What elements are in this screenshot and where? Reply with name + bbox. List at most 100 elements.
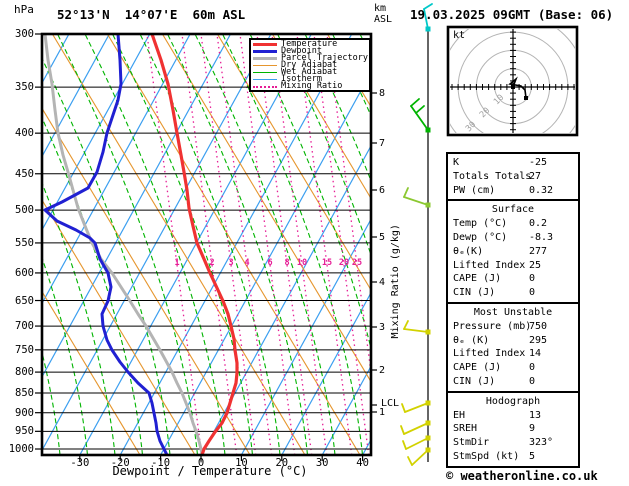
panel-row-value: 0 — [529, 273, 536, 285]
wind-barb — [403, 187, 409, 198]
mixing-ratio-label: 6 — [267, 258, 273, 268]
panel-section-most-unstable: Most Unstable Pressure (mb) 750 θₑ (K) 295 Li… — [448, 301, 578, 391]
wind-barb — [404, 402, 429, 413]
wind-barb-dot — [425, 400, 431, 406]
panel-section-indices: K -25 Totals Totals 27 PW (cm) 0.32 — [448, 154, 578, 199]
pressure-label: 500 — [15, 204, 34, 217]
panel-row: θₑ(K) 277 — [453, 245, 578, 259]
dry-adiabat-line — [52, 35, 306, 454]
panel-row: Dewp (°C) -8.3 — [453, 231, 578, 245]
pressure-label: 700 — [15, 320, 34, 333]
wind-barb — [410, 98, 420, 107]
wind-barb — [400, 425, 405, 435]
panel-row-label: StmDir — [453, 437, 490, 449]
panel-row-label: Totals Totals — [453, 170, 532, 182]
legend-swatch — [253, 85, 277, 88]
panel-section-hodograph: Hodograph EH 13 SREH 9 StmDir 323° StmSpd (kt) 5 — [448, 390, 578, 466]
station-title: 52°13'N 14°07'E 60m ASL — [57, 7, 246, 22]
pressure-label: 800 — [15, 366, 34, 379]
panel-row: CIN (J) 0 — [453, 286, 578, 300]
indices-panel: K -25 Totals Totals 27 PW (cm) 0.32 Surface Tem… — [446, 152, 580, 468]
pressure-label: 850 — [15, 386, 34, 399]
hodograph-unit-label: kt — [453, 30, 466, 41]
mixing-ratio-label: 15 — [321, 258, 333, 268]
lcl-marker-label: LCL — [381, 398, 400, 409]
wind-barb-dot — [425, 420, 431, 426]
panel-row-value: 277 — [529, 245, 548, 257]
mixing-ratio-axis-title: Mixing Ratio (g/kg) — [389, 224, 401, 339]
dry-adiabat-line — [217, 35, 370, 290]
mixing-ratio-label: 4 — [244, 258, 250, 268]
pressure-label: 550 — [15, 236, 34, 249]
wind-barb — [403, 422, 429, 435]
panel-row-label: SREH — [453, 423, 478, 435]
panel-row-value: 9 — [529, 423, 536, 435]
panel-section-surface: Surface Temp (°C) 0.2 Dewp (°C) -8.3 θₑ(K) 277… — [448, 199, 578, 302]
panel-row-label: PW (cm) — [453, 184, 496, 196]
skewt-sounding-page: hPa 52°13'N 14°07'E 60m ASL 19.03.2025 0… — [0, 0, 629, 486]
panel-row-label: Lifted Index — [453, 348, 526, 360]
wind-barb-dot — [425, 26, 431, 32]
panel-row: Temp (°C) 0.2 — [453, 217, 578, 231]
legend-swatch — [253, 43, 277, 46]
altitude-label: 2 — [379, 365, 386, 376]
wind-barb — [405, 437, 429, 450]
panel-row: Lifted Index 25 — [453, 259, 578, 273]
run-datetime: 19.03.2025 09GMT (Base: 06) — [410, 7, 614, 22]
x-axis-title: Dewpoint / Temperature (°C) — [112, 464, 308, 478]
wind-barb-dot — [425, 127, 431, 133]
panel-row-value: 323° — [529, 437, 554, 449]
panel-section-header: Hodograph — [485, 395, 541, 407]
panel-section-header: Most Unstable — [473, 306, 553, 318]
mixing-ratio-line — [326, 35, 370, 370]
pressure-label: 600 — [15, 266, 34, 279]
panel-row: K -25 — [453, 156, 578, 170]
wind-barb — [415, 105, 425, 114]
pressure-label: 300 — [15, 28, 34, 40]
altitude-label: 8 — [379, 88, 386, 99]
panel-row: PW (cm) 0.32 — [453, 184, 578, 198]
mixing-ratio-line — [256, 35, 313, 454]
panel-row: StmSpd (kt) 5 — [453, 450, 578, 464]
wind-barb-dot — [425, 447, 431, 453]
temperature-curve — [150, 35, 239, 454]
panel-row-value: 27 — [529, 170, 542, 182]
dry-adiabat-line — [43, 108, 251, 454]
wind-barb-dot — [425, 435, 431, 441]
panel-row-value: 14 — [529, 348, 542, 360]
wind-barb — [401, 403, 406, 413]
mixing-ratio-line — [200, 35, 257, 454]
legend-swatch — [253, 50, 277, 53]
mixing-ratio-label: 1 — [174, 258, 180, 268]
pressure-label: 450 — [15, 167, 34, 180]
altitude-label: 6 — [379, 185, 386, 196]
wind-barb — [403, 328, 429, 333]
wind-barb-dot — [425, 202, 431, 208]
panel-row-label: CAPE (J) — [453, 273, 502, 285]
panel-row-value: 13 — [529, 409, 542, 421]
mixing-ratio-label: 3 — [228, 258, 234, 268]
panel-row-label: Temp (°C) — [453, 218, 508, 230]
panel-row-value: 0.32 — [529, 184, 554, 196]
panel-row: Totals Totals 27 — [453, 170, 578, 184]
altitude-axis-unit: km ASL — [374, 3, 393, 25]
panel-row-value: 295 — [529, 334, 548, 346]
wind-barb-dot — [425, 329, 431, 335]
panel-row: SREH 9 — [453, 422, 578, 436]
pressure-label: 350 — [15, 81, 34, 94]
asl-unit-label: ASL — [374, 13, 393, 25]
panel-row-label: CIN (J) — [453, 375, 496, 387]
wind-barb — [402, 440, 407, 450]
panel-row: CAPE (J) 0 — [453, 272, 578, 286]
pressure-label: 400 — [15, 127, 34, 140]
legend-swatch — [253, 72, 277, 73]
hodograph-trace-dot — [524, 96, 528, 100]
panel-row-label: Pressure (mb) — [453, 320, 532, 332]
panel-row: θₑ (K) 295 — [453, 334, 578, 348]
copyright-footer: © weatheronline.co.uk — [446, 469, 598, 483]
legend-item-mixing-ratio: Mixing Ratio — [253, 82, 369, 90]
panel-row-label: Dewp (°C) — [453, 231, 508, 243]
dry-adiabat-line — [162, 35, 370, 382]
mixing-ratio-label: 20 — [338, 258, 350, 268]
panel-row-label: θₑ(K) — [453, 245, 484, 257]
